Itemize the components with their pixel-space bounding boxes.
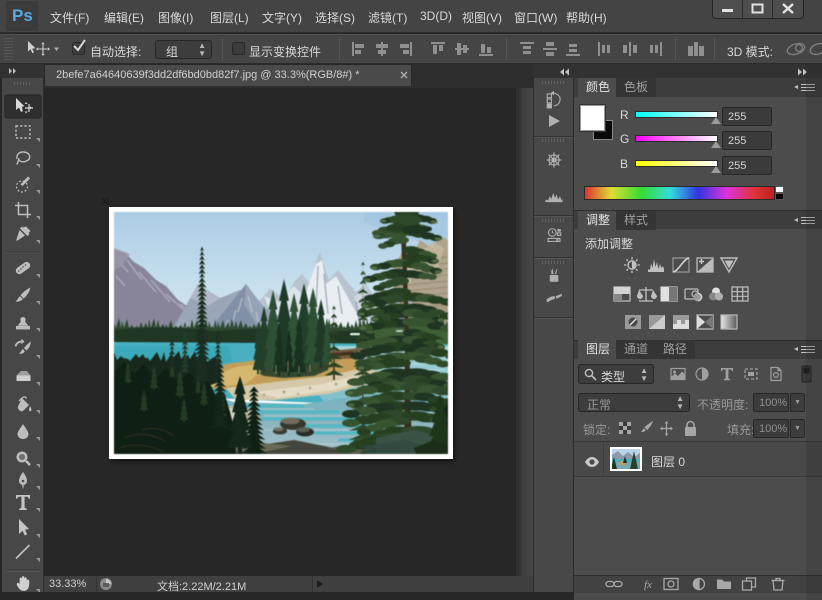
svg-text:fx: fx (644, 579, 652, 591)
